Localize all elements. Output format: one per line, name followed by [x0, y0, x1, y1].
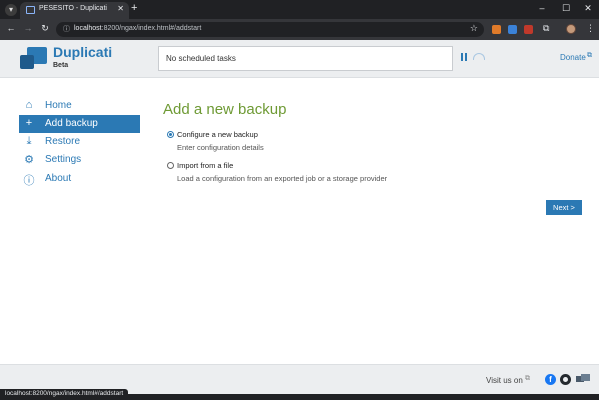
info-icon: ⓘ	[23, 175, 35, 187]
configure-new-description: Enter configuration details	[177, 143, 264, 152]
reload-icon[interactable]: ↻	[39, 23, 51, 34]
new-tab-icon[interactable]: +	[131, 2, 137, 14]
configure-new-radio[interactable]	[167, 131, 174, 138]
home-icon: ⌂	[25, 99, 33, 111]
browser-tab-bar: ▾ PESESITO - Duplicati ✕ + – ☐ ✕	[0, 0, 599, 19]
sidebar-item-label: Home	[45, 100, 72, 111]
bookmark-star-icon[interactable]: ☆	[470, 23, 478, 34]
extensions-puzzle-icon[interactable]: ⧉	[543, 23, 549, 34]
tab-title: PESESITO - Duplicati	[39, 5, 107, 12]
github-icon[interactable]	[560, 374, 571, 385]
tab-search-icon[interactable]: ▾	[5, 4, 17, 16]
minimize-icon[interactable]: –	[536, 3, 548, 13]
sidebar-item-about[interactable]: ⓘ About	[19, 170, 140, 188]
sidebar-item-label: About	[45, 173, 72, 184]
import-file-label[interactable]: Import from a file	[177, 161, 233, 170]
url-text: localhost:8200/ngax/index.html#/addstart	[74, 25, 202, 32]
sidebar-item-label: Restore	[45, 136, 81, 147]
facebook-icon[interactable]: f	[545, 374, 556, 385]
extension-orange-icon[interactable]	[492, 25, 501, 34]
throttle-icon[interactable]	[473, 53, 485, 60]
link-status-bar: localhost:8200/ngax/index.html#/addstart	[0, 389, 129, 400]
forum-icon[interactable]	[576, 374, 590, 386]
import-file-description: Load a configuration from an exported jo…	[177, 174, 388, 183]
extension-red-icon[interactable]	[524, 25, 533, 34]
site-info-icon[interactable]: ⓘ	[63, 24, 70, 34]
page-title: Add a new backup	[163, 101, 287, 118]
sidebar-item-label: Add backup	[45, 118, 98, 129]
maximize-icon[interactable]: ☐	[560, 3, 572, 14]
donate-link[interactable]: Donate	[560, 53, 586, 62]
visit-us-text: Visit us on	[486, 376, 523, 385]
brand-subtitle: Beta	[53, 62, 69, 69]
browser-menu-icon[interactable]: ⋮	[586, 23, 595, 34]
pause-icon[interactable]	[461, 53, 468, 61]
sidebar-item-add-backup[interactable]: + Add backup	[19, 115, 140, 133]
task-status-text: No scheduled tasks	[166, 54, 236, 63]
sidebar-item-label: Settings	[45, 154, 82, 165]
extension-download-icon[interactable]	[508, 25, 517, 34]
forward-icon[interactable]: →	[22, 23, 34, 33]
favicon-icon	[26, 6, 35, 14]
sidebar-item-home[interactable]: ⌂ Home	[19, 97, 140, 115]
browser-toolbar: ← → ↻ ⓘ localhost:8200/ngax/index.html#/…	[0, 19, 599, 40]
plus-icon: +	[25, 117, 33, 129]
gear-icon: ⚙	[24, 154, 34, 166]
sidebar-item-settings[interactable]: ⚙ Settings	[19, 151, 140, 169]
profile-avatar[interactable]	[566, 24, 576, 34]
app-header: Duplicati Beta No scheduled tasks Donate…	[0, 40, 599, 78]
restore-icon: ⤓	[26, 135, 32, 147]
back-icon[interactable]: ←	[5, 23, 17, 33]
brand-name[interactable]: Duplicati	[53, 44, 112, 60]
sidebar-item-restore[interactable]: ⤓ Restore	[19, 133, 140, 151]
duplicati-logo-icon[interactable]	[20, 47, 48, 71]
external-link-icon: ⧉	[525, 375, 530, 382]
address-bar[interactable]: ⓘ localhost:8200/ngax/index.html#/addsta…	[56, 22, 484, 37]
browser-tab[interactable]: PESESITO - Duplicati ✕	[20, 2, 129, 19]
page-viewport: Duplicati Beta No scheduled tasks Donate…	[0, 40, 599, 394]
task-status-box[interactable]: No scheduled tasks	[158, 46, 453, 71]
external-link-icon: ⧉	[587, 52, 592, 59]
import-file-radio[interactable]	[167, 162, 174, 169]
configure-new-label[interactable]: Configure a new backup	[177, 130, 258, 139]
close-window-icon[interactable]: ✕	[582, 3, 594, 14]
next-button[interactable]: Next >	[546, 200, 582, 215]
tab-close-icon[interactable]: ✕	[117, 4, 124, 13]
